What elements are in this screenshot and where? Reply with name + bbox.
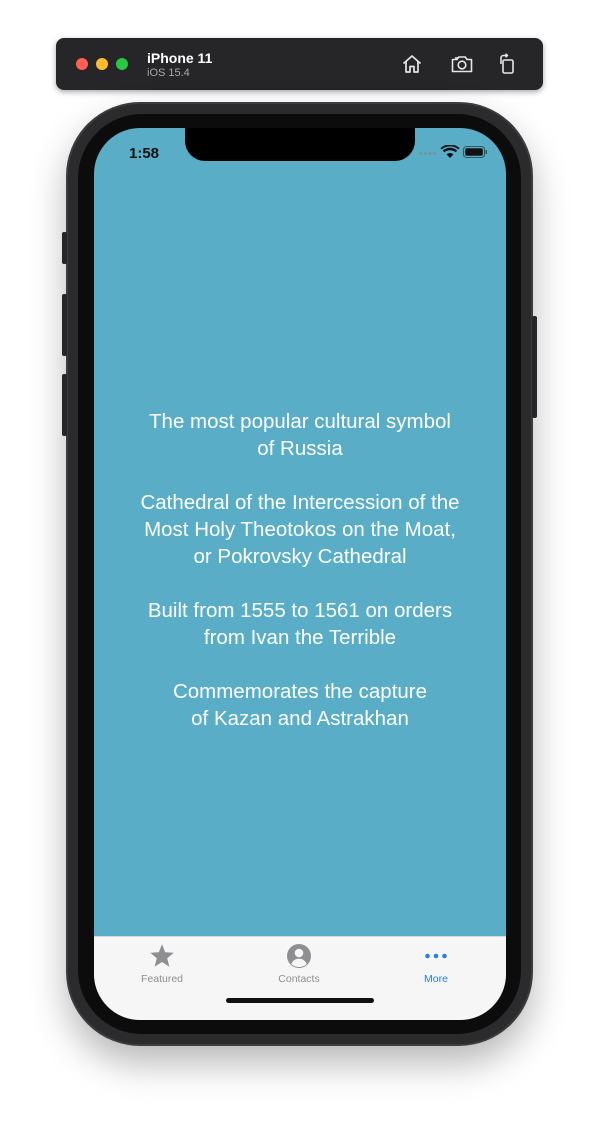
paragraph-commemoration: Commemorates the capture of Kazan and As… — [172, 680, 428, 730]
power-button — [532, 316, 537, 418]
status-bar-icons — [419, 145, 487, 159]
rotate-icon[interactable] — [495, 52, 519, 76]
simulator-toolbar: iPhone 11 iOS 15.4 — [56, 38, 543, 90]
battery-icon — [462, 145, 487, 159]
home-indicator[interactable] — [226, 998, 374, 1003]
silent-switch — [62, 232, 67, 264]
app-screen: 1:58 The most popular cultural symbol of… — [94, 128, 506, 1020]
tab-contacts[interactable]: Contacts — [249, 942, 349, 990]
cellular-dots-icon — [419, 152, 436, 155]
volume-down-button — [62, 374, 67, 436]
status-time: 1:58 — [129, 145, 160, 162]
tab-featured-label: Featured — [140, 973, 184, 985]
cathedral-description: The most popular cultural symbol of Russ… — [94, 408, 506, 759]
device-os-version: iOS 15.4 — [147, 67, 190, 79]
tab-more-label: More — [424, 973, 448, 985]
notch — [185, 128, 415, 161]
volume-up-button — [62, 294, 67, 356]
device-name: iPhone 11 — [147, 50, 213, 66]
zoom-window-button[interactable] — [116, 58, 128, 70]
tab-bar: Featured Contacts More — [94, 936, 506, 1020]
paragraph-construction: Built from 1555 to 1561 on orders from I… — [147, 599, 453, 649]
tab-more[interactable]: More — [386, 942, 486, 990]
wifi-icon — [440, 145, 460, 158]
ellipsis-icon — [422, 942, 450, 970]
simulator-window: iPhone 11 iOS 15.4 1:58 The most popular… — [0, 0, 599, 1122]
star-icon — [148, 942, 176, 970]
person-circle-icon — [285, 942, 313, 970]
tab-featured[interactable]: Featured — [112, 942, 212, 990]
close-window-button[interactable] — [76, 58, 88, 70]
paragraph-cultural-symbol: The most popular cultural symbol of Russ… — [149, 410, 451, 460]
home-icon[interactable] — [400, 52, 424, 76]
tab-contacts-label: Contacts — [278, 973, 320, 985]
camera-icon[interactable] — [450, 52, 474, 76]
paragraph-cathedral-name: Cathedral of the Intercession of the Mos… — [140, 491, 460, 568]
minimize-window-button[interactable] — [96, 58, 108, 70]
